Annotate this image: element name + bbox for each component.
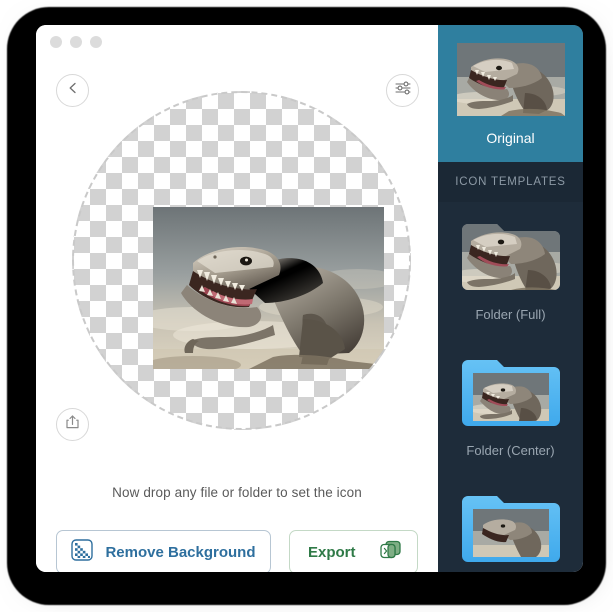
artwork-preview <box>153 207 384 369</box>
transparency-grid-icon <box>71 539 94 565</box>
app-window: Now drop any file or folder to set the i… <box>36 25 583 572</box>
export-label: Export <box>308 543 356 561</box>
sidebar-item-label: Folder (Full) <box>475 307 546 322</box>
window-traffic-lights <box>50 36 102 48</box>
folder-center-shape <box>457 352 565 432</box>
folder-center-inner-image <box>472 373 549 421</box>
sidebar-item-folder-center[interactable]: Folder (Center) <box>438 338 583 474</box>
folder-partial-shape <box>457 488 565 568</box>
folder-full-thumbnail <box>457 216 565 296</box>
icon-templates-header: ICON TEMPLATES <box>438 162 583 202</box>
minimize-button[interactable] <box>70 36 82 48</box>
templates-sidebar[interactable]: Original ICON TEMPLATES Folder (Full) Fo… <box>438 25 583 572</box>
export-windows-icon <box>379 539 403 565</box>
remove-background-label: Remove Background <box>105 543 256 561</box>
original-thumbnail <box>456 39 565 119</box>
close-button[interactable] <box>50 36 62 48</box>
drop-target-circle[interactable] <box>72 91 411 430</box>
zoom-button[interactable] <box>90 36 102 48</box>
screenshot-root: Now drop any file or folder to set the i… <box>0 0 613 612</box>
remove-background-button[interactable]: Remove Background <box>56 530 271 572</box>
sidebar-item-original[interactable]: Original <box>438 25 583 162</box>
folder-full-clip <box>457 216 565 296</box>
folder-partial-inner-image <box>472 509 549 557</box>
folder-partial-thumbnail <box>457 488 565 568</box>
folder-center-thumbnail <box>457 352 565 432</box>
folder-full-shape <box>457 216 565 296</box>
sidebar-item-label: Folder (Center) <box>466 443 555 458</box>
action-buttons: Remove Background Export <box>56 530 418 572</box>
main-pane: Now drop any file or folder to set the i… <box>36 25 438 572</box>
sidebar-item-folder-partial[interactable] <box>438 474 583 572</box>
thumbnail-image <box>456 42 565 116</box>
drop-hint-text: Now drop any file or folder to set the i… <box>112 485 362 500</box>
export-button[interactable]: Export <box>289 530 418 572</box>
sidebar-item-label: Original <box>486 130 535 146</box>
sidebar-item-folder-full[interactable]: Folder (Full) <box>438 202 583 338</box>
icon-canvas[interactable] <box>36 79 438 439</box>
